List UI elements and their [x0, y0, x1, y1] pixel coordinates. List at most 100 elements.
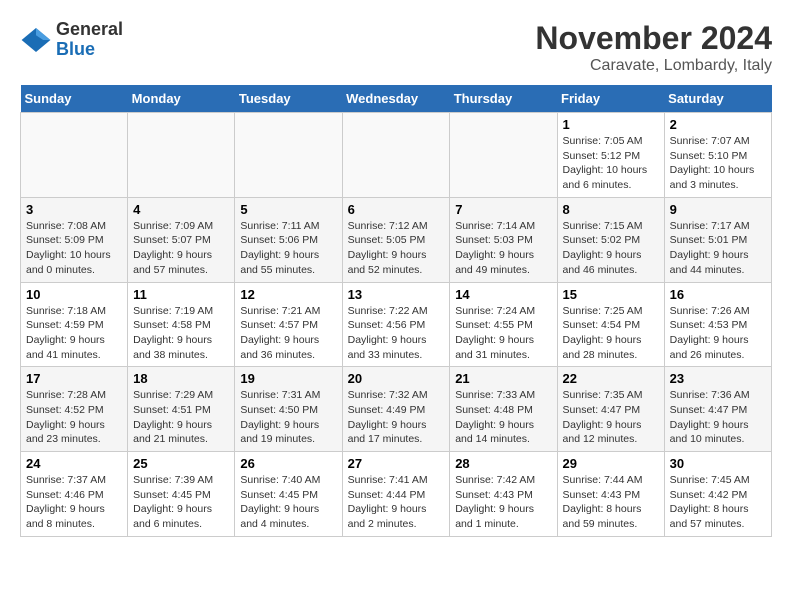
calendar-week-row: 1Sunrise: 7:05 AM Sunset: 5:12 PM Daylig… — [21, 113, 772, 198]
day-number: 2 — [670, 117, 766, 132]
calendar-cell: 22Sunrise: 7:35 AM Sunset: 4:47 PM Dayli… — [557, 367, 664, 452]
day-info: Sunrise: 7:22 AM Sunset: 4:56 PM Dayligh… — [348, 304, 445, 363]
day-number: 20 — [348, 371, 445, 386]
day-info: Sunrise: 7:26 AM Sunset: 4:53 PM Dayligh… — [670, 304, 766, 363]
day-number: 25 — [133, 456, 229, 471]
calendar-cell: 18 Sunrise: 7:29 AM Sunset: 4:51 PM Dayli… — [128, 367, 235, 452]
day-number: 10 — [26, 287, 122, 302]
calendar-cell: 9Sunrise: 7:17 AM Sunset: 5:01 PM Daylig… — [664, 197, 771, 282]
calendar-cell: 25 Sunrise: 7:39 AM Sunset: 4:45 PM Dayli… — [128, 452, 235, 537]
day-number: 4 — [133, 202, 229, 217]
day-number: 9 — [670, 202, 766, 217]
weekday-header-wednesday: Wednesday — [342, 85, 450, 113]
day-number: 21 — [455, 371, 551, 386]
day-number: 18 — [133, 371, 229, 386]
logo: General Blue — [20, 20, 123, 60]
calendar-cell: 26 Sunrise: 7:40 AM Sunset: 4:45 PM Dayli… — [235, 452, 342, 537]
calendar-cell: 17 Sunrise: 7:28 AM Sunset: 4:52 PM Dayli… — [21, 367, 128, 452]
weekday-header-thursday: Thursday — [450, 85, 557, 113]
day-info: Sunrise: 7:25 AM Sunset: 4:54 PM Dayligh… — [563, 304, 659, 363]
calendar-cell: 12 Sunrise: 7:21 AM Sunset: 4:57 PM Dayli… — [235, 282, 342, 367]
day-number: 14 — [455, 287, 551, 302]
calendar-week-row: 10 Sunrise: 7:18 AM Sunset: 4:59 PM Dayli… — [21, 282, 772, 367]
calendar-week-row: 24 Sunrise: 7:37 AM Sunset: 4:46 PM Dayli… — [21, 452, 772, 537]
logo-icon — [20, 24, 52, 56]
day-info: Sunrise: 7:36 AM Sunset: 4:47 PM Dayligh… — [670, 388, 766, 447]
day-info: Sunrise: 7:45 AM Sunset: 4:42 PM Dayligh… — [670, 473, 766, 532]
title-block: November 2024 Caravate, Lombardy, Italy — [535, 20, 772, 75]
day-number: 28 — [455, 456, 551, 471]
day-number: 23 — [670, 371, 766, 386]
calendar-cell: 7 Sunrise: 7:14 AM Sunset: 5:03 PM Daylig… — [450, 197, 557, 282]
calendar-cell: 23 Sunrise: 7:36 AM Sunset: 4:47 PM Dayli… — [664, 367, 771, 452]
calendar-cell: 2 Sunrise: 7:07 AM Sunset: 5:10 PM Daylig… — [664, 113, 771, 198]
day-info: Sunrise: 7:29 AM Sunset: 4:51 PM Dayligh… — [133, 388, 229, 447]
day-info: Sunrise: 7:40 AM Sunset: 4:45 PM Dayligh… — [240, 473, 336, 532]
day-info: Sunrise: 7:28 AM Sunset: 4:52 PM Dayligh… — [26, 388, 122, 447]
day-info: Sunrise: 7:21 AM Sunset: 4:57 PM Dayligh… — [240, 304, 336, 363]
calendar-cell: 5Sunrise: 7:11 AM Sunset: 5:06 PM Daylig… — [235, 197, 342, 282]
day-info: Sunrise: 7:07 AM Sunset: 5:10 PM Dayligh… — [670, 134, 766, 193]
day-info: Sunrise: 7:39 AM Sunset: 4:45 PM Dayligh… — [133, 473, 229, 532]
weekday-header-saturday: Saturday — [664, 85, 771, 113]
weekday-header-friday: Friday — [557, 85, 664, 113]
day-info: Sunrise: 7:14 AM Sunset: 5:03 PM Dayligh… — [455, 219, 551, 278]
day-number: 19 — [240, 371, 336, 386]
weekday-header-sunday: Sunday — [21, 85, 128, 113]
day-number: 24 — [26, 456, 122, 471]
day-number: 7 — [455, 202, 551, 217]
calendar-cell: 21 Sunrise: 7:33 AM Sunset: 4:48 PM Dayli… — [450, 367, 557, 452]
day-number: 5 — [240, 202, 336, 217]
day-info: Sunrise: 7:42 AM Sunset: 4:43 PM Dayligh… — [455, 473, 551, 532]
day-info: Sunrise: 7:08 AM Sunset: 5:09 PM Dayligh… — [26, 219, 122, 278]
day-info: Sunrise: 7:33 AM Sunset: 4:48 PM Dayligh… — [455, 388, 551, 447]
day-info: Sunrise: 7:09 AM Sunset: 5:07 PM Dayligh… — [133, 219, 229, 278]
calendar-cell: 15 Sunrise: 7:25 AM Sunset: 4:54 PM Dayli… — [557, 282, 664, 367]
day-info: Sunrise: 7:15 AM Sunset: 5:02 PM Dayligh… — [563, 219, 659, 278]
month-title: November 2024 — [535, 20, 772, 57]
day-number: 27 — [348, 456, 445, 471]
calendar-cell: 6 Sunrise: 7:12 AM Sunset: 5:05 PM Daylig… — [342, 197, 450, 282]
day-info: Sunrise: 7:18 AM Sunset: 4:59 PM Dayligh… — [26, 304, 122, 363]
calendar-cell: 20 Sunrise: 7:32 AM Sunset: 4:49 PM Dayli… — [342, 367, 450, 452]
calendar-cell — [235, 113, 342, 198]
calendar-cell: 1Sunrise: 7:05 AM Sunset: 5:12 PM Daylig… — [557, 113, 664, 198]
calendar-week-row: 3 Sunrise: 7:08 AM Sunset: 5:09 PM Daylig… — [21, 197, 772, 282]
page-header: General Blue November 2024 Caravate, Lom… — [20, 20, 772, 75]
day-number: 15 — [563, 287, 659, 302]
day-number: 26 — [240, 456, 336, 471]
day-info: Sunrise: 7:44 AM Sunset: 4:43 PM Dayligh… — [563, 473, 659, 532]
location: Caravate, Lombardy, Italy — [535, 57, 772, 75]
calendar-cell: 24 Sunrise: 7:37 AM Sunset: 4:46 PM Dayli… — [21, 452, 128, 537]
day-number: 17 — [26, 371, 122, 386]
day-number: 11 — [133, 287, 229, 302]
logo-blue: Blue — [56, 39, 95, 59]
calendar-cell: 19Sunrise: 7:31 AM Sunset: 4:50 PM Dayli… — [235, 367, 342, 452]
calendar-cell — [342, 113, 450, 198]
calendar-cell: 16 Sunrise: 7:26 AM Sunset: 4:53 PM Dayli… — [664, 282, 771, 367]
day-number: 3 — [26, 202, 122, 217]
calendar-cell: 28 Sunrise: 7:42 AM Sunset: 4:43 PM Dayli… — [450, 452, 557, 537]
day-number: 13 — [348, 287, 445, 302]
day-number: 29 — [563, 456, 659, 471]
day-number: 30 — [670, 456, 766, 471]
day-info: Sunrise: 7:12 AM Sunset: 5:05 PM Dayligh… — [348, 219, 445, 278]
calendar-table: SundayMondayTuesdayWednesdayThursdayFrid… — [20, 85, 772, 537]
weekday-header-row: SundayMondayTuesdayWednesdayThursdayFrid… — [21, 85, 772, 113]
weekday-header-monday: Monday — [128, 85, 235, 113]
day-number: 6 — [348, 202, 445, 217]
calendar-cell: 4 Sunrise: 7:09 AM Sunset: 5:07 PM Daylig… — [128, 197, 235, 282]
day-info: Sunrise: 7:32 AM Sunset: 4:49 PM Dayligh… — [348, 388, 445, 447]
day-number: 16 — [670, 287, 766, 302]
day-info: Sunrise: 7:41 AM Sunset: 4:44 PM Dayligh… — [348, 473, 445, 532]
calendar-cell: 30 Sunrise: 7:45 AM Sunset: 4:42 PM Dayli… — [664, 452, 771, 537]
day-number: 8 — [563, 202, 659, 217]
calendar-cell: 27 Sunrise: 7:41 AM Sunset: 4:44 PM Dayli… — [342, 452, 450, 537]
day-info: Sunrise: 7:35 AM Sunset: 4:47 PM Dayligh… — [563, 388, 659, 447]
calendar-cell: 10 Sunrise: 7:18 AM Sunset: 4:59 PM Dayli… — [21, 282, 128, 367]
day-number: 1 — [563, 117, 659, 132]
day-info: Sunrise: 7:37 AM Sunset: 4:46 PM Dayligh… — [26, 473, 122, 532]
day-number: 12 — [240, 287, 336, 302]
calendar-cell — [21, 113, 128, 198]
calendar-cell: 8 Sunrise: 7:15 AM Sunset: 5:02 PM Daylig… — [557, 197, 664, 282]
